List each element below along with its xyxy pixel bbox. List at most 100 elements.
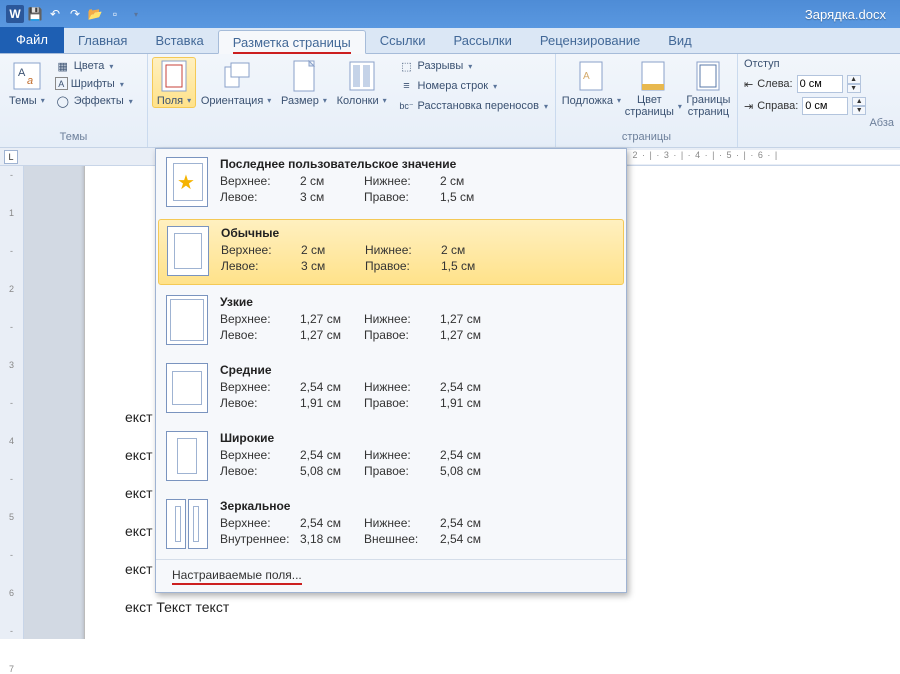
margin-left-value: 3 см [301, 259, 365, 273]
hyphenation-button[interactable]: bc⁻Расстановка переносов [396, 97, 552, 115]
margin-top-label: Верхнее: [220, 380, 300, 394]
margin-left-value: 5,08 см [300, 464, 364, 478]
margin-thumb-icon [166, 363, 208, 413]
margin-bottom-value: 1,27 см [440, 312, 500, 326]
themes-icon: Aa [11, 60, 43, 92]
margin-preset-item[interactable]: СредниеВерхнее:2,54 смНижнее:2,54 смЛево… [156, 355, 626, 423]
line-numbers-icon: ≡ [399, 78, 415, 94]
margin-bottom-value: 2,54 см [440, 448, 500, 462]
margin-preset-item[interactable]: ★ Последнее пользовательское значение Верх… [156, 149, 626, 217]
margin-bottom-value: 2 см [441, 243, 501, 257]
margin-thumb-icon [166, 431, 208, 481]
margins-icon [158, 60, 190, 92]
tab-review[interactable]: Рецензирование [526, 29, 654, 53]
indent-left-row: ⇤ Слева: ▲▼ [744, 75, 894, 93]
margin-top-label: Верхнее: [220, 312, 300, 326]
tab-home[interactable]: Главная [64, 29, 141, 53]
margin-top-label: Верхнее: [221, 243, 301, 257]
theme-effects-button[interactable]: ◯Эффекты [52, 92, 136, 110]
undo-icon[interactable]: ↶ [46, 5, 64, 23]
margin-left-label: Внутреннее: [220, 532, 300, 546]
qat-customize-icon[interactable] [126, 5, 144, 23]
colors-icon: ▦ [55, 58, 71, 74]
indent-right-row: ⇥ Справа: ▲▼ [744, 97, 894, 115]
svg-text:A: A [583, 71, 590, 82]
breaks-button[interactable]: ⬚Разрывы [396, 57, 552, 75]
size-button[interactable]: Размер [276, 57, 332, 108]
tab-insert[interactable]: Вставка [141, 29, 217, 53]
margin-top-value: 2,54 см [300, 380, 364, 394]
margin-bottom-value: 2,54 см [440, 380, 500, 394]
line-numbers-button[interactable]: ≡Номера строк [396, 77, 552, 95]
margin-right-value: 1,5 см [441, 259, 501, 273]
margin-left-value: 1,27 см [300, 328, 364, 342]
margin-preset-item[interactable]: УзкиеВерхнее:1,27 смНижнее:1,27 смЛевое:… [156, 287, 626, 355]
ribbon: Aa Темы ▦Цвета AШрифты ◯Эффекты Темы Пол… [0, 54, 900, 148]
margin-preset-title: Последнее пользовательское значение [220, 157, 616, 171]
app-icon: W [6, 5, 24, 23]
document-title: Зарядка.docx [805, 7, 886, 22]
margin-left-value: 3 см [300, 190, 364, 204]
margin-preset-item[interactable]: ШирокиеВерхнее:2,54 смНижнее:2,54 смЛево… [156, 423, 626, 491]
indent-right-input[interactable] [802, 97, 848, 115]
margin-left-label: Левое: [220, 464, 300, 478]
tab-view[interactable]: Вид [654, 29, 706, 53]
margin-preset-item[interactable]: ЗеркальноеВерхнее:2,54 смНижнее:2,54 смВ… [156, 491, 626, 559]
margin-left-label: Левое: [220, 328, 300, 342]
margin-bottom-label: Нижнее: [364, 380, 440, 394]
custom-margins-button[interactable]: Настраиваемые поля... [156, 559, 626, 592]
margin-right-label: Правое: [364, 328, 440, 342]
page-color-button[interactable]: Цвет страницы [623, 57, 684, 119]
margin-preset-title: Средние [220, 363, 616, 377]
orientation-button[interactable]: Ориентация [196, 57, 276, 108]
new-doc-icon[interactable]: ▫ [106, 5, 124, 23]
ruler-corner[interactable]: L [4, 150, 18, 164]
margin-right-label: Правое: [364, 190, 440, 204]
group-label-paragraph: Абза [744, 117, 894, 133]
watermark-button[interactable]: A Подложка [560, 57, 623, 108]
tab-file[interactable]: Файл [0, 27, 64, 53]
group-label-themes: Темы [4, 131, 143, 147]
margin-right-value: 1,91 см [440, 396, 500, 410]
indent-left-icon: ⇤ [744, 78, 753, 91]
theme-colors-button[interactable]: ▦Цвета [52, 57, 136, 75]
margin-bottom-label: Нижнее: [365, 243, 441, 257]
indent-left-spinner[interactable]: ▲▼ [847, 75, 861, 93]
orientation-icon [220, 60, 252, 92]
svg-text:A: A [18, 67, 26, 79]
breaks-icon: ⬚ [399, 58, 415, 74]
vertical-ruler[interactable]: -1-2-3-4-5-6-7 [0, 166, 24, 639]
tab-mailings[interactable]: Рассылки [440, 29, 526, 53]
indent-right-spinner[interactable]: ▲▼ [852, 97, 866, 115]
margin-left-label: Левое: [220, 396, 300, 410]
margin-right-value: 1,27 см [440, 328, 500, 342]
title-bar: W 💾 ↶ ↷ 📂 ▫ Зарядка.docx [0, 0, 900, 28]
redo-icon[interactable]: ↷ [66, 5, 84, 23]
page-borders-icon [692, 60, 724, 92]
margin-bottom-label: Нижнее: [364, 174, 440, 188]
theme-fonts-button[interactable]: AШрифты [52, 76, 136, 91]
group-label-background: страницы [560, 131, 733, 147]
watermark-icon: A [575, 60, 607, 92]
margin-right-label: Внешнее: [364, 532, 440, 546]
tab-page-layout[interactable]: Разметка страницы [218, 30, 366, 54]
quick-access-toolbar: W 💾 ↶ ↷ 📂 ▫ [6, 5, 144, 23]
columns-button[interactable]: Колонки [332, 57, 392, 108]
tab-references[interactable]: Ссылки [366, 29, 440, 53]
margin-right-label: Правое: [364, 464, 440, 478]
star-icon: ★ [177, 170, 195, 195]
page-borders-button[interactable]: Границы страниц [684, 57, 733, 119]
themes-button[interactable]: Aa Темы [4, 57, 50, 108]
margins-button[interactable]: Поля [152, 57, 196, 108]
indent-left-label: Слева: [757, 78, 792, 90]
margin-top-label: Верхнее: [220, 174, 300, 188]
margin-preset-item[interactable]: ОбычныеВерхнее:2 смНижнее:2 смЛевое:3 см… [158, 219, 624, 285]
save-icon[interactable]: 💾 [26, 5, 44, 23]
indent-left-input[interactable] [797, 75, 843, 93]
body-line[interactable]: екст Текст текст [125, 599, 863, 615]
open-folder-icon[interactable]: 📂 [86, 5, 104, 23]
margin-preset-title: Широкие [220, 431, 616, 445]
page-color-icon [637, 60, 669, 92]
margin-right-label: Правое: [364, 396, 440, 410]
group-label-page-setup [152, 131, 551, 147]
